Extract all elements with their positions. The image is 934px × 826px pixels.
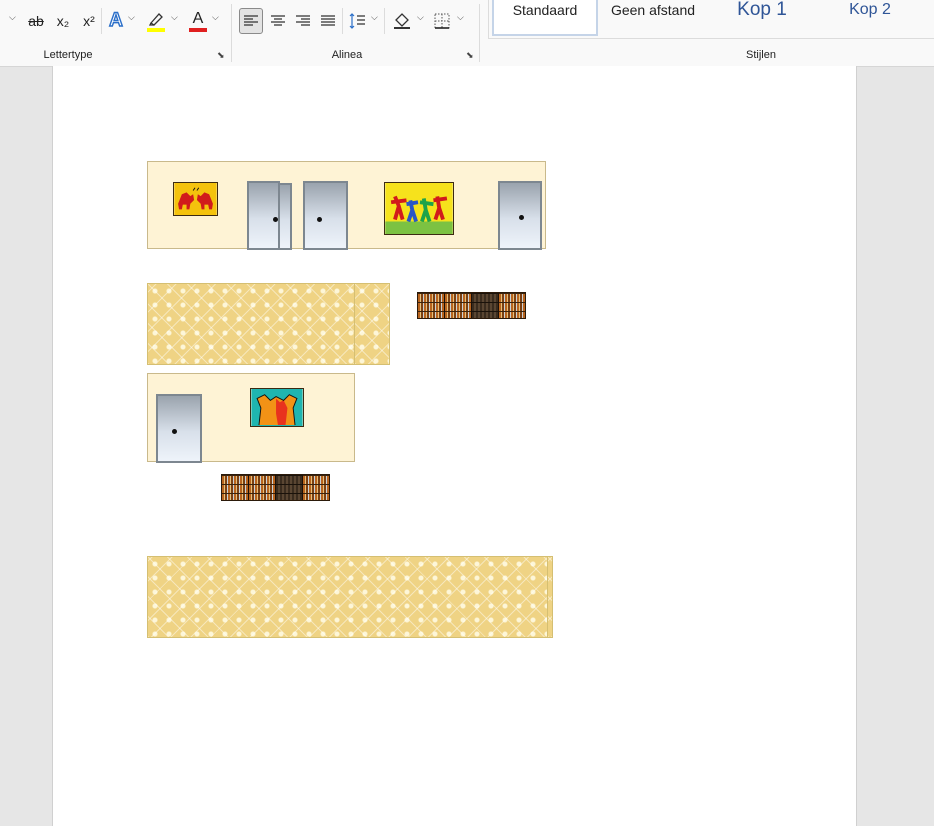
bookshelf-image[interactable] xyxy=(417,292,526,319)
font-group-label: Lettertype xyxy=(43,49,93,61)
chevron-down-icon[interactable]: ⌵ xyxy=(212,12,219,23)
shading-button[interactable] xyxy=(389,8,415,34)
align-right-icon xyxy=(296,15,310,26)
align-center-button[interactable] xyxy=(266,8,290,34)
door[interactable] xyxy=(303,181,348,250)
strikethrough-button[interactable]: ab xyxy=(24,8,48,34)
wall-panel[interactable] xyxy=(147,373,355,463)
ribbon: ⌵ ab x₂ x² A ⌵ ⌵ A ⌵ Lettertype ⬊ ⌵ ⌵ ⌵ … xyxy=(0,0,934,67)
door-knob xyxy=(317,217,322,222)
floor-tile[interactable] xyxy=(354,283,390,365)
chevron-down-icon[interactable]: ⌵ xyxy=(371,12,378,23)
superscript-button[interactable]: x² xyxy=(78,8,100,34)
align-right-button[interactable] xyxy=(291,8,315,34)
dancers-painting-image[interactable] xyxy=(384,182,454,235)
dog-painting-image[interactable] xyxy=(173,182,218,216)
door-knob xyxy=(172,429,177,434)
borders-icon xyxy=(434,13,450,29)
shelf-bay xyxy=(499,293,525,318)
door[interactable] xyxy=(498,181,542,250)
separator xyxy=(384,8,385,34)
door-panel[interactable] xyxy=(278,183,292,250)
chevron-down-icon[interactable]: ⌵ xyxy=(171,12,178,23)
floor-tile[interactable] xyxy=(547,556,553,638)
align-center-icon xyxy=(271,15,285,26)
floor-tile[interactable] xyxy=(147,556,549,638)
floor-tile[interactable] xyxy=(147,283,355,365)
shelf-bay xyxy=(222,475,249,500)
wall-panel[interactable] xyxy=(147,161,546,250)
group-separator xyxy=(479,4,480,62)
paragraph-group-label: Alinea xyxy=(331,49,363,61)
style-geen-afstand[interactable]: Geen afstand xyxy=(600,0,706,36)
separator xyxy=(342,8,343,34)
styles-group-label: Stijlen xyxy=(746,49,776,61)
line-spacing-icon xyxy=(349,13,365,29)
door-knob xyxy=(519,215,524,220)
chevron-down-icon[interactable]: ⌵ xyxy=(9,12,16,23)
bookshelf-image[interactable] xyxy=(221,474,330,501)
shelf-bay xyxy=(249,475,276,500)
door[interactable] xyxy=(247,181,280,250)
shelf-bay xyxy=(276,475,303,500)
highlight-color-button[interactable] xyxy=(144,8,168,34)
line-spacing-button[interactable] xyxy=(345,8,369,34)
chevron-down-icon[interactable]: ⌵ xyxy=(417,12,424,23)
friends-painting-image[interactable] xyxy=(250,388,304,427)
justify-icon xyxy=(321,15,335,26)
style-standaard[interactable]: Standaard xyxy=(492,0,598,36)
dialog-launcher-icon[interactable]: ⬊ xyxy=(217,50,225,61)
justify-button[interactable] xyxy=(316,8,340,34)
align-left-icon xyxy=(244,15,258,26)
door[interactable] xyxy=(156,394,202,463)
dialog-launcher-icon[interactable]: ⬊ xyxy=(466,50,474,61)
style-kop-1[interactable]: Kop 1 xyxy=(712,0,812,36)
highlighter-icon xyxy=(148,12,163,26)
align-left-button[interactable] xyxy=(239,8,263,34)
shelf-bay xyxy=(472,293,499,318)
paint-bucket-icon xyxy=(394,13,410,29)
shelf-bay xyxy=(303,475,329,500)
shelf-bay xyxy=(418,293,445,318)
separator xyxy=(101,8,102,34)
highlight-swatch xyxy=(147,27,165,32)
chevron-down-icon[interactable]: ⌵ xyxy=(457,12,464,23)
subscript-button[interactable]: x₂ xyxy=(52,8,74,34)
font-color-swatch xyxy=(189,27,207,32)
style-kop-2[interactable]: Kop 2 xyxy=(822,0,918,36)
chevron-down-icon[interactable]: ⌵ xyxy=(128,12,135,23)
shelf-bay xyxy=(445,293,472,318)
text-effects-button[interactable]: A xyxy=(104,8,128,34)
group-separator xyxy=(231,4,232,62)
borders-button[interactable] xyxy=(429,8,455,34)
font-color-button[interactable]: A xyxy=(186,8,210,34)
